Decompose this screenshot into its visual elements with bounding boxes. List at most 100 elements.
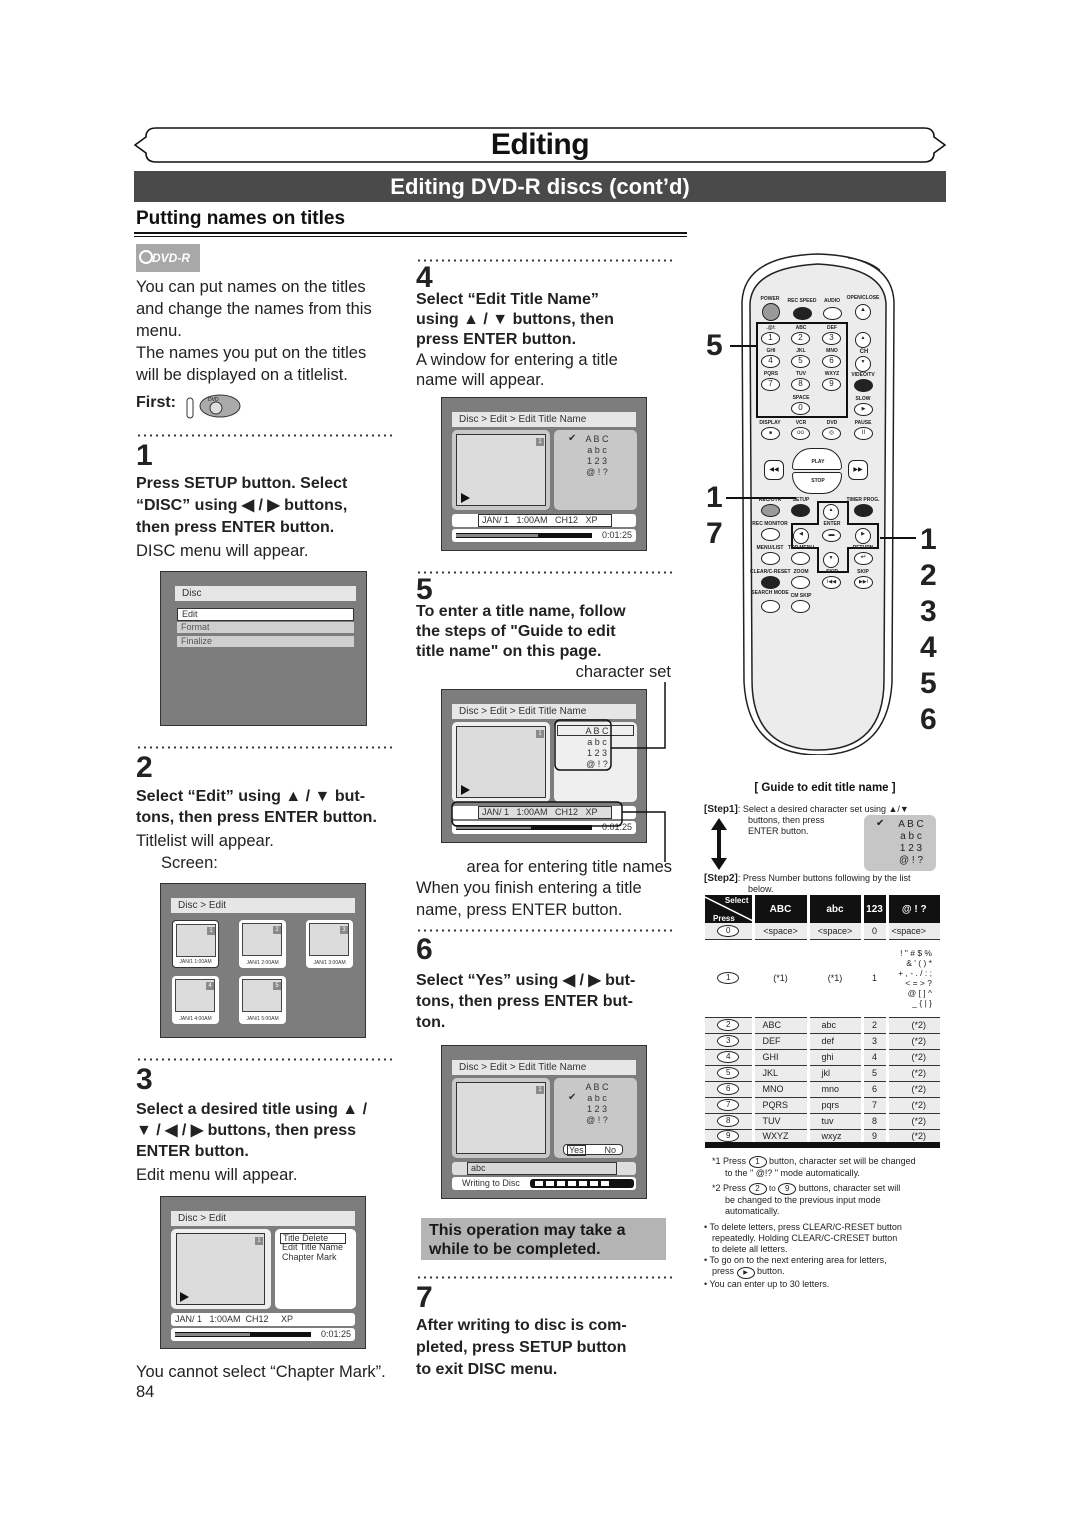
digit-5-button[interactable]: 5 [791, 355, 810, 368]
skip-forward-button[interactable]: ▶▶I [854, 576, 873, 589]
digit-3-button[interactable]: 3 [822, 332, 841, 345]
up-arrow-button[interactable]: ▲ [823, 504, 839, 520]
audio-button[interactable] [823, 307, 842, 320]
table-cell: wxyz [806, 1129, 862, 1148]
callout-entry-area: area for entering title names [466, 858, 672, 876]
pause-button[interactable]: II [854, 427, 873, 440]
step-divider [136, 1058, 392, 1061]
clear-button[interactable] [761, 576, 780, 589]
digit-8-button[interactable]: 8 [791, 378, 810, 391]
option-chapter-mark[interactable]: Chapter Mark [282, 1253, 337, 1262]
key-9-icon: 9 [717, 1129, 740, 1142]
title-thumbnail[interactable]: 1 JAN/1 1:00AM [172, 920, 219, 968]
title-thumbnail[interactable]: 4 JAN/1 4:00AM [172, 976, 219, 1024]
digit-4-button[interactable]: 4 [761, 355, 780, 368]
charset-lowercase[interactable]: a b c [582, 445, 612, 456]
digit-2-button[interactable]: 2 [791, 332, 810, 345]
title-name-field[interactable]: JAN/ 1 1:00AM CH12 XP [478, 514, 612, 527]
menu-list-button[interactable] [761, 552, 780, 565]
callout-character-set: character set [575, 663, 671, 681]
title-name-row: abc [452, 1162, 636, 1175]
charset-symbols[interactable]: @ ! ? [582, 467, 612, 478]
down-arrow-button[interactable]: ▼ [823, 552, 839, 568]
step-5-result: When you finish entering a title name, p… [416, 879, 642, 919]
top-menu-button[interactable] [791, 552, 810, 565]
writing-progress [530, 1179, 634, 1188]
zoom-button[interactable] [791, 576, 810, 589]
rec-speed-button[interactable] [793, 307, 812, 320]
table-cell: (*2) [885, 1017, 940, 1034]
step-divider [136, 746, 392, 749]
table-cell: (*2) [885, 1033, 940, 1050]
stop-button[interactable]: STOP [792, 472, 842, 494]
progress-row: 0:01:25 [452, 529, 636, 542]
title-name-row: JAN/ 1 1:00AM CH12 XP [452, 514, 636, 527]
digit-1-button[interactable]: 1 [761, 332, 780, 345]
dvd-button[interactable]: ◎ [822, 427, 841, 440]
table-row: 2 ABC abc 2 (*2) [705, 1017, 940, 1034]
play-button[interactable]: PLAY [792, 448, 842, 470]
step-number: 7 [416, 1281, 433, 1314]
charset-uppercase[interactable]: A B C [582, 1082, 612, 1093]
menu-item-finalize[interactable]: Finalize [177, 636, 354, 647]
digit-9-button[interactable]: 9 [822, 378, 841, 391]
table-cell: 7 [860, 1097, 887, 1114]
charset-uppercase[interactable]: A B C [582, 434, 612, 445]
skip-back-button[interactable]: I◀◀ [822, 576, 841, 589]
power-button[interactable] [762, 303, 780, 321]
title-thumbnail[interactable]: 3 JAN/1 3:00AM [306, 920, 353, 968]
slow-button[interactable]: ▶ [854, 403, 873, 416]
table-cell: def [806, 1033, 862, 1050]
callout-lines [451, 682, 666, 862]
video-tv-button[interactable] [854, 379, 873, 392]
digit-6-button[interactable]: 6 [822, 355, 841, 368]
vcr-button[interactable]: oo [791, 427, 810, 440]
ch-down-button[interactable]: ▼ [855, 356, 871, 372]
key-4-icon: 4 [717, 1051, 740, 1063]
eject-button[interactable]: ▲ [855, 304, 871, 320]
charset-numbers[interactable]: 1 2 3 [582, 456, 612, 467]
no-button[interactable]: No [604, 1145, 616, 1155]
callout-step-1: 1 [706, 481, 723, 514]
title-thumbnail[interactable]: 2 JAN/1 2:00AM [239, 920, 286, 968]
rec-monitor-button[interactable] [761, 528, 780, 541]
step-7-instruction: After writing to disc is com- pleted, pr… [416, 1317, 627, 1378]
return-button[interactable]: ↵ [854, 552, 873, 565]
callout-line [730, 345, 756, 347]
option-edit-title-name[interactable]: Edit Title Name [282, 1243, 343, 1252]
cm-skip-button[interactable] [791, 600, 810, 613]
step-divider [416, 1276, 672, 1279]
charset-numbers[interactable]: 1 2 3 [582, 1104, 612, 1115]
title-name-field[interactable]: abc [467, 1162, 617, 1175]
charset-symbols[interactable]: @ ! ? [582, 1115, 612, 1126]
table-cell: 0 [860, 923, 887, 940]
title-thumbnail[interactable]: 5 JAN/1 5:00AM [239, 976, 286, 1024]
menu-item-edit[interactable]: Edit [177, 608, 354, 621]
rec-otr-button[interactable] [761, 504, 780, 517]
display-button[interactable]: ■ [761, 427, 780, 440]
col-header: ABC [751, 895, 808, 923]
right-arrow-button[interactable]: ▶ [855, 528, 871, 544]
step-4-result: A window for entering a title name will … [416, 351, 618, 389]
enter-button[interactable]: ▬ [822, 529, 841, 542]
search-mode-button[interactable] [761, 600, 780, 613]
rewind-button[interactable]: ◀◀ [764, 460, 784, 480]
menu-item-format[interactable]: Format [177, 622, 354, 633]
table-row: 5 JKL jkl 5 (*2) [705, 1065, 940, 1082]
table-cell: (*1) [751, 939, 808, 1018]
screen-breadcrumb: Disc > Edit [171, 1211, 355, 1226]
digit-7-button[interactable]: 7 [761, 378, 780, 391]
step-2-instruction: Select “Edit” using ▲ / ▼ but- tons, the… [136, 788, 377, 826]
callout-line [880, 537, 916, 539]
table-row: 7 PQRS pqrs 7 (*2) [705, 1097, 940, 1114]
video-preview [456, 1082, 546, 1154]
left-arrow-button[interactable]: ◀ [793, 528, 809, 544]
step-divider [416, 571, 672, 574]
ch-up-button[interactable]: ▲ [855, 332, 871, 348]
chapter-title: Editing [490, 128, 590, 161]
table-cell: PQRS [751, 1097, 808, 1114]
yes-button[interactable]: Yes [567, 1145, 586, 1156]
charset-lowercase[interactable]: a b c [582, 1093, 612, 1104]
digit-0-button[interactable]: 0 [791, 402, 810, 415]
fast-forward-button[interactable]: ▶▶ [848, 460, 868, 480]
